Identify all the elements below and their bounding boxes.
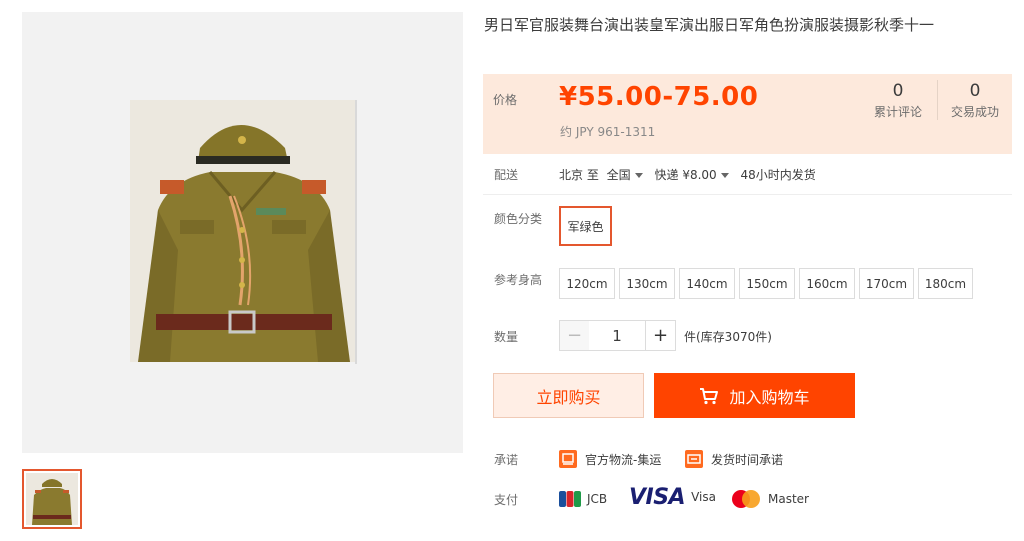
quantity-decrease-button[interactable]: − [559,320,590,351]
product-thumbnail[interactable] [22,469,82,529]
mastercard-icon [732,490,760,508]
add-to-cart-button[interactable]: 加入购物车 [654,373,855,418]
promise-logistics-label: 官方物流-集运 [585,452,662,467]
cart-icon [700,387,719,404]
size-option[interactable]: 150cm [739,268,795,299]
chevron-down-icon [720,173,729,178]
size-label: 参考身高 [494,273,543,287]
product-title: 男日军官服装舞台演出装皇军演出服日军角色扮演服装摄影秋季十一 [484,16,935,34]
jcb-icon [559,491,581,507]
quantity-increase-button[interactable]: + [645,320,676,351]
price-panel: 价格 ¥55.00-75.00 约 JPY 961-1311 0 累计评论 0 … [483,74,1012,154]
price-converted: 约 JPY 961-1311 [560,125,656,139]
promise-logistics[interactable]: 官方物流-集运 [559,449,661,469]
promise-dispatch-label: 发货时间承诺 [711,452,784,467]
shipping-label: 配送 [494,168,519,182]
shipping-method[interactable]: 快递 ¥8.00 [655,168,737,182]
add-to-cart-label: 加入购物车 [729,387,810,407]
stock-info: 件(库存3070件) [684,330,772,344]
shipping-info: 北京 至 全国 快递 ¥8.00 48小时内发货 [559,166,816,183]
buy-now-button[interactable]: 立即购买 [493,373,644,418]
payment-visa-label: Visa [691,490,716,504]
sales-count: 0 [969,81,981,101]
sales-stat[interactable]: 0 交易成功 [937,80,1012,120]
promise-label: 承诺 [494,453,519,467]
shipping-method-label: 快递 ¥8.00 [654,168,717,182]
sales-label: 交易成功 [950,105,999,119]
chevron-down-icon [634,173,643,178]
price-label: 价格 [493,93,518,107]
logistics-icon [559,450,577,468]
size-option[interactable]: 140cm [679,268,735,299]
price-value: ¥55.00-75.00 [559,82,759,112]
divider [483,194,1012,195]
color-option-selected[interactable]: 军绿色 [559,206,612,246]
payment-master-label: Master [768,492,809,506]
product-gallery [22,12,463,453]
payment-master: Master [730,488,809,510]
image-edge [355,100,357,364]
truck-icon [685,450,703,468]
review-label: 累计评论 [873,105,922,119]
dispatch-time: 48小时内发货 [740,168,816,182]
visa-logo-icon: VISA [629,484,686,510]
color-label: 颜色分类 [494,212,543,226]
size-option[interactable]: 130cm [619,268,675,299]
payment-visa: VISA Visa [629,484,716,510]
shipping-destination-label: 全国 [606,168,631,182]
size-option[interactable]: 180cm [918,268,973,299]
payment-jcb: JCB [559,488,607,510]
review-stat[interactable]: 0 累计评论 [867,80,929,120]
payment-label: 支付 [494,493,519,507]
shipping-destination[interactable]: 全国 [607,168,651,182]
review-count: 0 [892,81,904,101]
size-option[interactable]: 160cm [799,268,855,299]
size-option[interactable]: 120cm [559,268,615,299]
size-option[interactable]: 170cm [859,268,914,299]
shipping-from: 北京 至 [559,168,599,182]
product-main-image[interactable] [130,100,355,362]
quantity-label: 数量 [494,330,519,344]
quantity-input[interactable] [589,320,645,351]
promise-dispatch[interactable]: 发货时间承诺 [685,449,783,469]
payment-jcb-label: JCB [587,492,608,506]
